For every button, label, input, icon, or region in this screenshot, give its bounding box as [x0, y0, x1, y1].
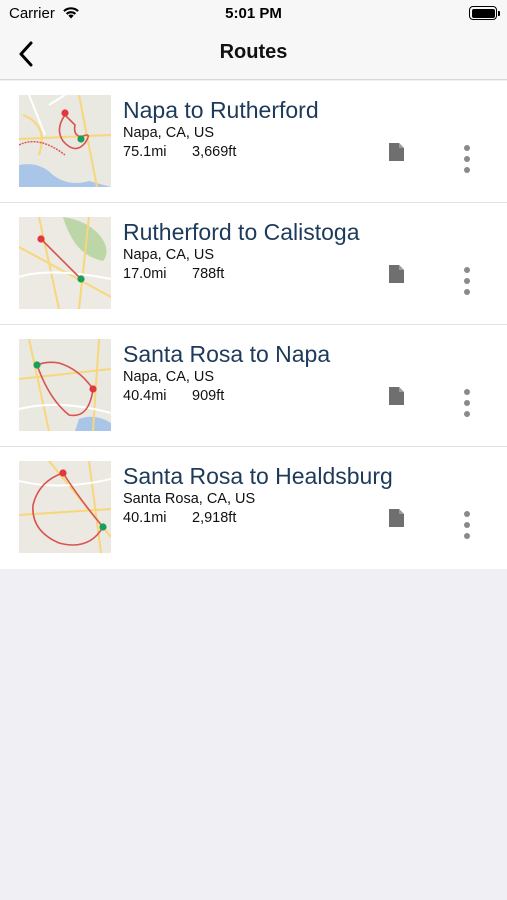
status-time: 5:01 PM	[225, 5, 282, 22]
route-location: Napa, CA, US	[123, 247, 215, 263]
route-row[interactable]: Santa Rosa to Healdsburg Santa Rosa, CA,…	[0, 447, 507, 569]
route-elevation: 788ft	[192, 266, 225, 282]
document-icon[interactable]	[388, 142, 405, 162]
route-row[interactable]: Rutherford to Calistoga Napa, CA, US 17.…	[0, 203, 507, 325]
more-vertical-icon[interactable]	[456, 387, 478, 419]
route-map-thumbnail	[19, 95, 111, 187]
route-distance: 40.4mi	[123, 388, 167, 404]
route-location: Napa, CA, US	[123, 369, 215, 385]
route-name: Napa to Rutherford	[123, 97, 319, 123]
route-name: Rutherford to Calistoga	[123, 219, 360, 245]
battery-icon	[469, 6, 500, 20]
route-name: Santa Rosa to Healdsburg	[123, 463, 393, 489]
more-vertical-icon[interactable]	[456, 265, 478, 297]
route-distance: 75.1mi	[123, 144, 167, 160]
route-elevation: 2,918ft	[192, 510, 237, 526]
route-elevation: 909ft	[192, 388, 225, 404]
status-bar: Carrier 5:01 PM	[0, 0, 507, 28]
page-title: Routes	[219, 41, 288, 63]
more-vertical-icon[interactable]	[456, 509, 478, 541]
document-icon[interactable]	[388, 386, 405, 406]
route-elevation: 3,669ft	[192, 144, 237, 160]
route-row[interactable]: Santa Rosa to Napa Napa, CA, US 40.4mi 9…	[0, 325, 507, 447]
document-icon[interactable]	[388, 264, 405, 284]
route-map-thumbnail	[19, 217, 111, 309]
route-row[interactable]: Napa to Rutherford Napa, CA, US 75.1mi 3…	[0, 81, 507, 203]
route-location: Napa, CA, US	[123, 125, 215, 141]
document-icon[interactable]	[388, 508, 405, 528]
route-distance: 17.0mi	[123, 266, 167, 282]
route-name: Santa Rosa to Napa	[123, 341, 331, 367]
route-location: Santa Rosa, CA, US	[123, 491, 256, 507]
navigation-bar: Routes	[0, 28, 507, 80]
more-vertical-icon[interactable]	[456, 143, 478, 175]
route-distance: 40.1mi	[123, 510, 167, 526]
route-map-thumbnail	[19, 339, 111, 431]
routes-list: Napa to Rutherford Napa, CA, US 75.1mi 3…	[0, 81, 507, 569]
route-map-thumbnail	[19, 461, 111, 553]
